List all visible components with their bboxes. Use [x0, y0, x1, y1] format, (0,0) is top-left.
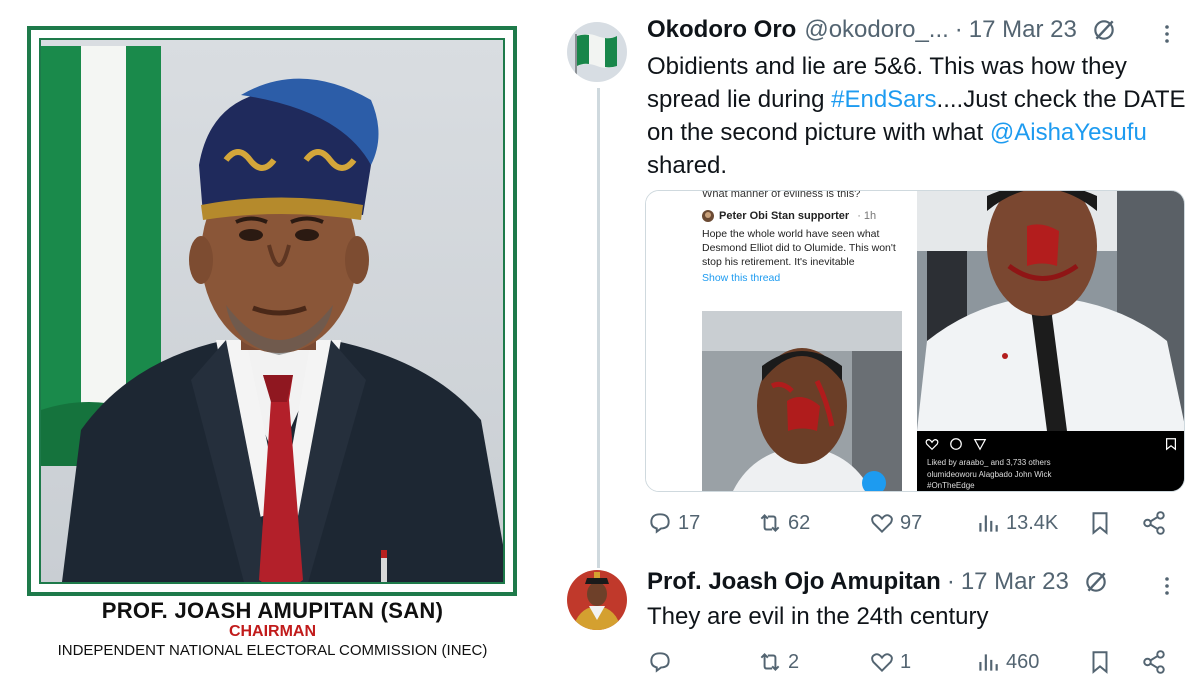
display-name[interactable]: Prof. Joash Ojo Amupitan	[647, 568, 941, 596]
like-count: 1	[900, 650, 912, 673]
tweet-thread: Okodoro Oro @okodoro_... · 17 Mar 23 Obi…	[545, 0, 1200, 681]
share-button[interactable]	[1141, 649, 1167, 675]
instagram-footer: Liked by araabo_ and 3,733 others olumid…	[917, 431, 1184, 491]
thread-connector	[597, 88, 600, 568]
views-button[interactable]: 460	[975, 649, 1039, 675]
like-button[interactable]: 1	[869, 649, 911, 675]
edit-history-icon[interactable]	[1091, 17, 1117, 43]
embedded-tweet-header: Peter Obi Stan supporter · 1h	[702, 209, 902, 223]
like-icon	[871, 653, 893, 673]
injured-man-photo	[702, 311, 902, 491]
separator-dot: ·	[946, 568, 955, 595]
retweet-button[interactable]: 62	[757, 510, 810, 536]
professor-avatar-icon	[567, 570, 627, 630]
hashtag-link[interactable]: #EndSars	[831, 86, 936, 113]
bookmark-button[interactable]	[1087, 649, 1113, 675]
tweet-date[interactable]: 17 Mar 23	[969, 16, 1077, 44]
poster-name: PROF. JOASH AMUPITAN (SAN)	[101, 598, 444, 623]
avatar[interactable]	[567, 570, 627, 630]
poster-photo	[39, 38, 505, 584]
reply-count: 17	[678, 511, 701, 534]
retweet-icon	[760, 514, 780, 532]
edit-history-icon[interactable]	[1083, 569, 1109, 595]
heart-outline-icon	[925, 439, 939, 451]
embedded-author: Peter Obi Stan supporter	[719, 210, 850, 222]
embed-quote-text: What manner of evilness is this?	[702, 190, 861, 200]
instagram-caption: olumideoworu Alagbado John Wick #OnTheEdg…	[927, 469, 1052, 491]
tweet-text: Obidients and lie are 5&6. This was how …	[647, 50, 1187, 182]
chairman-poster: PROF. JOASH AMUPITAN (SAN) CHAIRMAN INDE…	[0, 0, 545, 681]
display-name[interactable]: Okodoro Oro	[647, 16, 796, 44]
embedded-time: · 1h	[857, 210, 877, 222]
poster-frame	[27, 26, 517, 596]
views-icon	[979, 515, 998, 532]
embedded-tweet: Peter Obi Stan supporter · 1h Hope the w…	[702, 209, 902, 285]
tweet-date[interactable]: 17 Mar 23	[961, 568, 1069, 596]
more-dots-icon[interactable]	[1157, 574, 1177, 598]
reply-button[interactable]	[647, 649, 678, 675]
avatar[interactable]	[567, 22, 627, 82]
instagram-hashtag: #OnTheEdge	[927, 481, 975, 490]
views-count: 460	[1006, 650, 1040, 673]
poster-role: CHAIRMAN	[228, 623, 317, 640]
separator-dot: ·	[954, 16, 963, 43]
embedded-avatar-icon	[702, 210, 714, 222]
reply-button[interactable]: 17	[647, 510, 700, 536]
show-thread-link: Show this thread	[702, 272, 781, 284]
tweet-text-part: shared.	[647, 152, 728, 179]
more-dots-icon[interactable]	[1157, 22, 1177, 46]
poster-caption: PROF. JOASH AMUPITAN (SAN) CHAIRMAN INDE…	[0, 598, 545, 660]
tweet-header: Prof. Joash Ojo Amupitan · 17 Mar 23	[647, 568, 1109, 596]
like-icon	[871, 514, 893, 534]
retweet-button[interactable]: 2	[757, 649, 799, 675]
share-icon	[1143, 511, 1165, 535]
tweet-media[interactable]: What manner of evilness is this? Peter O…	[645, 190, 1185, 492]
tweet-text: They are evil in the 24th century	[647, 603, 989, 630]
bookmark-icon	[1092, 651, 1108, 674]
poster-organization: INDEPENDENT NATIONAL ELECTORAL COMMISSIO…	[57, 642, 488, 659]
views-icon	[979, 654, 998, 671]
portrait-illustration	[41, 46, 503, 582]
retweet-count: 2	[788, 650, 800, 673]
embedded-photo	[702, 311, 902, 491]
ig-bookmark-icon	[1166, 438, 1176, 451]
share-icon	[1143, 650, 1165, 674]
tweet-actions: 17 62 97 13.4K	[647, 510, 1167, 540]
bookmark-icon	[1092, 512, 1108, 535]
embedded-body: Hope the whole world have seen what Desm…	[702, 228, 896, 268]
retweet-icon	[760, 653, 780, 671]
mention-link[interactable]: @AishaYesufu	[990, 119, 1147, 146]
injured-man-closeup-photo	[917, 191, 1184, 431]
tweet-actions: 2 1 460	[647, 649, 1167, 679]
user-handle[interactable]: @okodoro_...	[804, 16, 948, 44]
share-button[interactable]	[1141, 510, 1167, 536]
reply-icon	[650, 652, 670, 673]
like-count: 97	[900, 511, 923, 534]
comment-icon	[950, 438, 962, 450]
instagram-caption-text: olumideoworu Alagbado John Wick	[927, 470, 1052, 479]
media-screenshot-right[interactable]: Liked by araabo_ and 3,733 others olumid…	[917, 191, 1184, 491]
instagram-actions	[925, 437, 987, 451]
media-screenshot-left[interactable]: What manner of evilness is this? Peter O…	[646, 190, 914, 491]
instagram-likes: Liked by araabo_ and 3,733 others	[927, 458, 1051, 467]
reply-icon	[650, 513, 670, 534]
views-count: 13.4K	[1006, 511, 1059, 534]
bookmark-button[interactable]	[1087, 510, 1113, 536]
flag-avatar-icon	[567, 22, 627, 82]
views-button[interactable]: 13.4K	[975, 510, 1058, 536]
tweet-header: Okodoro Oro @okodoro_... · 17 Mar 23	[647, 16, 1117, 44]
like-button[interactable]: 97	[869, 510, 922, 536]
retweet-count: 62	[788, 511, 811, 534]
send-icon	[973, 439, 987, 451]
